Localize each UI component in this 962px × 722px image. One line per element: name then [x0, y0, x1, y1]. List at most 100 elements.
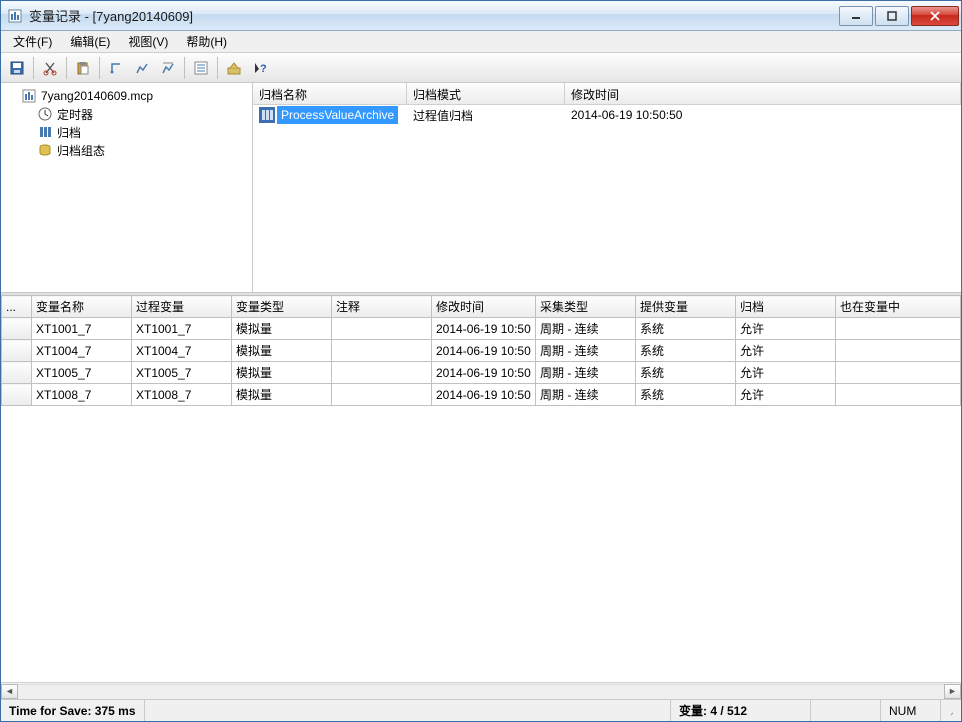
cell-provide-var: 系统: [636, 318, 736, 340]
scroll-track[interactable]: [18, 684, 944, 699]
tree-timer[interactable]: 定时器: [3, 105, 250, 123]
window-controls: [839, 6, 959, 26]
col-modified[interactable]: 修改时间: [432, 296, 536, 318]
col-provide-var[interactable]: 提供变量: [636, 296, 736, 318]
minimize-button[interactable]: [839, 6, 873, 26]
variable-region: ... 变量名称 过程变量 变量类型 注释 修改时间 采集类型 提供变量 归档 …: [1, 293, 961, 699]
cell-comment: [332, 340, 432, 362]
archive-col-name[interactable]: 归档名称: [253, 83, 407, 104]
save-button[interactable]: [5, 56, 29, 80]
cell-provide-var: 系统: [636, 362, 736, 384]
cell-archive: 允许: [736, 318, 836, 340]
table-row[interactable]: XT1004_7XT1004_7模拟量2014-06-19 10:50周期 - …: [2, 340, 961, 362]
menu-edit[interactable]: 编辑(E): [62, 31, 118, 52]
cell-proc-var: XT1001_7: [132, 318, 232, 340]
cell-var-type: 模拟量: [232, 318, 332, 340]
col-var-name[interactable]: 变量名称: [32, 296, 132, 318]
status-save-time: Time for Save: 375 ms: [1, 700, 145, 721]
archive-row[interactable]: ProcessValueArchive 过程值归档 2014-06-19 10:…: [253, 105, 961, 125]
tree-archive-config[interactable]: 归档组态: [3, 141, 250, 159]
status-num: NUM: [881, 700, 941, 721]
col-comment[interactable]: 注释: [332, 296, 432, 318]
app-window: 变量记录 - [7yang20140609] 文件(F) 编辑(E) 视图(V)…: [0, 0, 962, 722]
status-grip: [941, 700, 961, 721]
archive-header: 归档名称 归档模式 修改时间: [253, 83, 961, 105]
project-icon: [21, 88, 37, 104]
tree-archive-label: 归档: [57, 124, 81, 141]
menu-help[interactable]: 帮助(H): [178, 31, 235, 52]
table-row[interactable]: XT1005_7XT1005_7模拟量2014-06-19 10:50周期 - …: [2, 362, 961, 384]
maximize-button[interactable]: [875, 6, 909, 26]
archive-col-modified[interactable]: 修改时间: [565, 83, 961, 104]
cell-archive: 允许: [736, 362, 836, 384]
col-archive[interactable]: 归档: [736, 296, 836, 318]
archive-row-modified: 2014-06-19 10:50:50: [565, 106, 961, 124]
col-corner[interactable]: ...: [2, 296, 32, 318]
cell-var-type: 模拟量: [232, 340, 332, 362]
tree-root[interactable]: 7yang20140609.mcp: [3, 87, 250, 105]
cell-provide-var: 系统: [636, 340, 736, 362]
cell-also: [836, 362, 961, 384]
cell-proc-var: XT1005_7: [132, 362, 232, 384]
menu-view[interactable]: 视图(V): [120, 31, 176, 52]
cell-var-name: XT1004_7: [32, 340, 132, 362]
properties-button[interactable]: [189, 56, 213, 80]
cell-proc-var: XT1004_7: [132, 340, 232, 362]
row-num: [2, 340, 32, 362]
scroll-right-button[interactable]: ►: [944, 684, 961, 699]
cell-collect-type: 周期 - 连续: [536, 318, 636, 340]
archive-col-mode[interactable]: 归档模式: [407, 83, 565, 104]
clock-icon: [37, 106, 53, 122]
cell-var-type: 模拟量: [232, 362, 332, 384]
col-var-type[interactable]: 变量类型: [232, 296, 332, 318]
row-num: [2, 384, 32, 406]
menu-file[interactable]: 文件(F): [5, 31, 60, 52]
archive-config-icon: [37, 142, 53, 158]
cell-modified: 2014-06-19 10:50: [432, 340, 536, 362]
cell-also: [836, 340, 961, 362]
variable-table[interactable]: ... 变量名称 过程变量 变量类型 注释 修改时间 采集类型 提供变量 归档 …: [1, 295, 961, 406]
archive-row-mode: 过程值归档: [407, 105, 565, 126]
horizontal-scrollbar[interactable]: ◄ ►: [1, 682, 961, 699]
col-also-in-var[interactable]: 也在变量中: [836, 296, 961, 318]
table-row[interactable]: XT1008_7XT1008_7模拟量2014-06-19 10:50周期 - …: [2, 384, 961, 406]
cell-collect-type: 周期 - 连续: [536, 340, 636, 362]
status-spacer: [145, 700, 671, 721]
tree-pane[interactable]: 7yang20140609.mcp 定时器 归档 归档组态: [1, 83, 253, 292]
cell-proc-var: XT1008_7: [132, 384, 232, 406]
tool-button-3[interactable]: [156, 56, 180, 80]
archive-row-icon: [259, 107, 275, 123]
mid-panel: 7yang20140609.mcp 定时器 归档 归档组态: [1, 83, 961, 293]
close-button[interactable]: [911, 6, 959, 26]
cell-var-name: XT1001_7: [32, 318, 132, 340]
statusbar: Time for Save: 375 ms 变量: 4 / 512 NUM: [1, 699, 961, 721]
table-empty-area: [1, 406, 961, 682]
cell-var-type: 模拟量: [232, 384, 332, 406]
archive-icon: [37, 124, 53, 140]
cell-archive: 允许: [736, 384, 836, 406]
table-header-row: ... 变量名称 过程变量 变量类型 注释 修改时间 采集类型 提供变量 归档 …: [2, 296, 961, 318]
col-proc-var[interactable]: 过程变量: [132, 296, 232, 318]
status-empty1: [811, 700, 881, 721]
row-num: [2, 318, 32, 340]
cell-also: [836, 318, 961, 340]
table-row[interactable]: XT1001_7XT1001_7模拟量2014-06-19 10:50周期 - …: [2, 318, 961, 340]
config-button[interactable]: [222, 56, 246, 80]
tool-button-2[interactable]: [130, 56, 154, 80]
cut-button[interactable]: [38, 56, 62, 80]
titlebar: 变量记录 - [7yang20140609]: [1, 1, 961, 31]
cell-archive: 允许: [736, 340, 836, 362]
tree-archive[interactable]: 归档: [3, 123, 250, 141]
cell-modified: 2014-06-19 10:50: [432, 318, 536, 340]
cell-provide-var: 系统: [636, 384, 736, 406]
archive-pane: 归档名称 归档模式 修改时间 ProcessValueArchive 过程值归档…: [253, 83, 961, 292]
tool-button-1[interactable]: [104, 56, 128, 80]
col-collect-type[interactable]: 采集类型: [536, 296, 636, 318]
tree-archive-config-label: 归档组态: [57, 142, 105, 159]
scroll-left-button[interactable]: ◄: [1, 684, 18, 699]
paste-button[interactable]: [71, 56, 95, 80]
cell-var-name: XT1008_7: [32, 384, 132, 406]
cell-var-name: XT1005_7: [32, 362, 132, 384]
help-button[interactable]: ?: [248, 56, 272, 80]
status-var-count: 变量: 4 / 512: [671, 700, 811, 721]
